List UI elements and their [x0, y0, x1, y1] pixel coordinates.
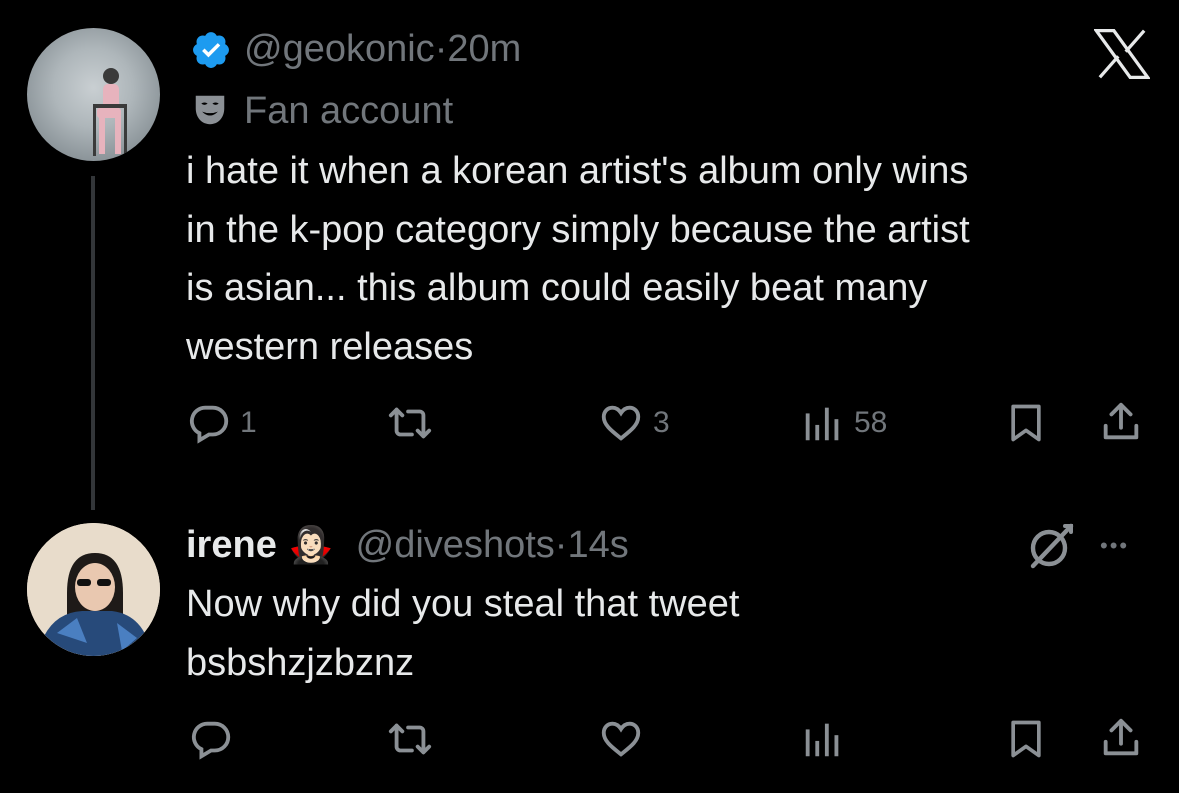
meta-separator: ·: [434, 28, 448, 70]
like-count: 3: [653, 406, 670, 439]
bookmark-button[interactable]: [1004, 716, 1048, 762]
tweet-2-text: Now why did you steal that tweet bsbshzj…: [186, 575, 1146, 692]
grok-icon[interactable]: [1026, 522, 1076, 575]
tweet-text-line: is asian... this album could easily beat…: [186, 267, 928, 309]
fan-mask-icon: [191, 91, 229, 134]
avatar-diveshots[interactable]: [27, 523, 160, 656]
like-icon: [601, 405, 641, 441]
share-icon: [1103, 402, 1139, 440]
tweet-text-line: bsbshzjzbznz: [186, 641, 415, 684]
like-button[interactable]: [597, 716, 645, 762]
bookmark-icon: [1011, 720, 1041, 758]
tweet-2-header: irene 🧛🏻‍♀️ @diveshots · 14s: [186, 520, 629, 570]
retweet-icon: [388, 407, 432, 439]
share-button[interactable]: [1098, 399, 1144, 445]
tweet-text-line: western releases: [186, 325, 474, 368]
views-button[interactable]: [800, 716, 846, 762]
views-icon: [805, 407, 839, 441]
reply-icon: [189, 405, 229, 444]
views-icon: [805, 723, 839, 757]
name-emoji: 🧛🏻‍♀️: [288, 524, 334, 565]
like-button[interactable]: 3: [597, 400, 670, 446]
x-logo-icon[interactable]: [1093, 28, 1151, 85]
avatar-geokonic[interactable]: [27, 28, 160, 161]
reply-count: 1: [240, 406, 257, 439]
bookmark-button[interactable]: [1004, 400, 1048, 446]
bookmark-icon: [1011, 404, 1041, 442]
like-icon: [601, 721, 641, 757]
share-icon: [1103, 718, 1139, 756]
thread-connector-line: [91, 176, 95, 510]
verified-badge-icon: [190, 29, 232, 76]
retweet-icon: [388, 723, 432, 755]
retweet-button[interactable]: [385, 400, 435, 446]
tweet-text-line: i hate it when a korean artist's album o…: [186, 150, 969, 192]
author-handle[interactable]: @geokonic: [244, 28, 435, 70]
share-button[interactable]: [1098, 715, 1144, 761]
tweet-text-line: in the k-pop category simply because the…: [186, 208, 970, 251]
author-handle[interactable]: @diveshots: [356, 522, 555, 568]
tweet-1-text: i hate it when a korean artist's album o…: [186, 142, 1166, 376]
reply-button[interactable]: [188, 716, 234, 762]
views-button[interactable]: 58: [800, 400, 887, 446]
more-icon[interactable]: •••: [1100, 526, 1129, 566]
reply-button[interactable]: 1: [186, 400, 257, 446]
reply-icon: [191, 721, 231, 760]
retweet-button[interactable]: [385, 716, 435, 762]
tweet-time[interactable]: 14s: [567, 522, 628, 568]
fan-account-label: Fan account: [244, 90, 454, 132]
author-name[interactable]: irene: [186, 524, 277, 567]
tweet-text-line: Now why did you steal that tweet: [186, 583, 740, 625]
view-count: 58: [854, 406, 888, 439]
meta-separator: ·: [554, 524, 568, 566]
tweet-1-meta: @geokonic·20m: [244, 26, 521, 72]
tweet-time[interactable]: 20m: [447, 28, 521, 70]
